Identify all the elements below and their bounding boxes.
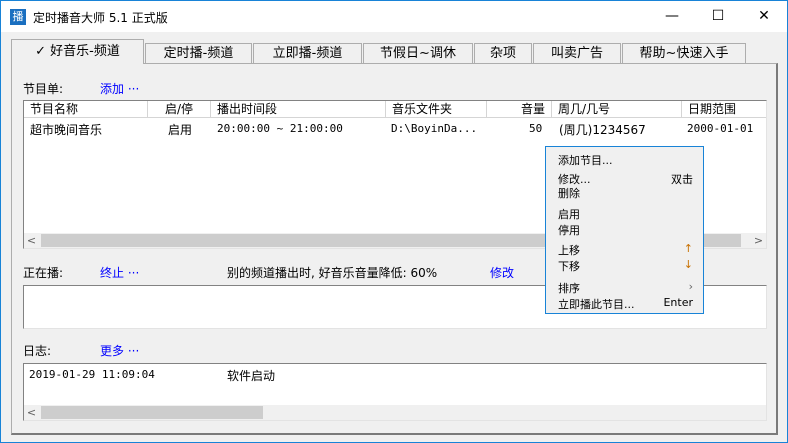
menu-item-move-up[interactable]: 上移 xyxy=(558,242,580,258)
more-log-link[interactable]: 更多 ··· xyxy=(100,342,139,359)
close-button[interactable]: ✕ xyxy=(741,1,787,32)
log-label: 日志: xyxy=(23,344,52,358)
column-header-name[interactable]: 节目名称 xyxy=(24,101,148,118)
scroll-left-icon[interactable]: < xyxy=(24,233,39,248)
playing-label: 正在播: xyxy=(23,266,64,280)
tab-ads[interactable]: 叫卖广告 xyxy=(533,43,621,64)
arrow-up-icon: ↑ xyxy=(683,242,693,255)
menu-shortcut-edit: 双击 xyxy=(671,173,693,186)
tab-help[interactable]: 帮助~快速入手 xyxy=(622,43,746,64)
menu-shortcut-play-now: Enter xyxy=(663,296,693,309)
cell-date: 2000-01-01 xyxy=(687,122,754,135)
context-menu: 添加节目... 修改... 双击 删除 启用 停用 上移 ↑ 下移 ↓ 排序 ›… xyxy=(545,146,704,314)
cell-name: 超市晚间音乐 xyxy=(30,123,103,137)
log-scrollbar[interactable]: < xyxy=(24,405,766,420)
menu-item-add-program[interactable]: 添加节目... xyxy=(558,152,613,168)
minimize-button[interactable]: — xyxy=(649,1,695,32)
column-header-time[interactable]: 播出时间段 xyxy=(211,101,386,118)
menu-item-play-now[interactable]: 立即播此节目... xyxy=(558,296,635,312)
cell-days: (周几)1234567 xyxy=(559,123,646,137)
add-program-link[interactable]: 添加 ··· xyxy=(100,80,139,97)
programs-label: 节目单: xyxy=(23,82,64,96)
column-header-folder[interactable]: 音乐文件夹 xyxy=(386,101,487,118)
stop-link[interactable]: 终止 ··· xyxy=(100,264,139,281)
cell-time: 20:00:00 ~ 21:00:00 xyxy=(217,122,343,135)
arrow-down-icon: ↓ xyxy=(683,258,693,271)
title-bar: 播 定时播音大师 5.1 正式版 — ☐ ✕ xyxy=(1,1,787,32)
main-window: 播 定时播音大师 5.1 正式版 — ☐ ✕ ✓ 好音乐-频道 定时播-频道 立… xyxy=(0,0,788,443)
cell-status: 启用 xyxy=(168,123,193,137)
column-header-status[interactable]: 启/停 xyxy=(148,101,211,118)
scrollbar-thumb[interactable] xyxy=(41,406,263,419)
menu-item-delete[interactable]: 删除 xyxy=(558,185,580,201)
modify-link[interactable]: 修改 xyxy=(490,264,514,281)
menu-item-disable[interactable]: 停用 xyxy=(558,222,580,238)
tab-scheduled[interactable]: 定时播-频道 xyxy=(145,43,252,64)
log-time: 2019-01-29 11:09:04 xyxy=(29,368,155,381)
column-header-date[interactable]: 日期范围 xyxy=(682,101,766,118)
column-header-volume[interactable]: 音量 xyxy=(487,101,552,118)
menu-item-move-down[interactable]: 下移 xyxy=(558,258,580,274)
log-message: 软件启动 xyxy=(227,369,276,383)
window-title: 定时播音大师 5.1 正式版 xyxy=(33,11,168,25)
maximize-button[interactable]: ☐ xyxy=(695,1,741,32)
scroll-right-icon[interactable]: > xyxy=(751,233,766,248)
cell-folder: D:\BoyinDa... xyxy=(391,122,478,135)
app-icon: 播 xyxy=(10,9,26,25)
tab-holidays[interactable]: 节假日~调休 xyxy=(363,43,473,64)
menu-item-sort[interactable]: 排序 xyxy=(558,280,580,296)
tab-good-music[interactable]: ✓ 好音乐-频道 xyxy=(11,39,144,64)
submenu-chevron-icon: › xyxy=(688,280,693,293)
log-box[interactable]: 2019-01-29 11:09:04 软件启动 < xyxy=(23,363,767,421)
tab-instant[interactable]: 立即播-频道 xyxy=(253,43,362,64)
tab-misc[interactable]: 杂项 xyxy=(474,43,532,64)
scroll-left-icon[interactable]: < xyxy=(24,405,39,420)
volume-reduction-note: 别的频道播出时, 好音乐音量降低: 60% xyxy=(227,266,438,280)
menu-item-enable[interactable]: 启用 xyxy=(558,206,580,222)
cell-volume: 50 xyxy=(529,122,543,135)
column-header-days[interactable]: 周几/几号 xyxy=(552,101,682,118)
